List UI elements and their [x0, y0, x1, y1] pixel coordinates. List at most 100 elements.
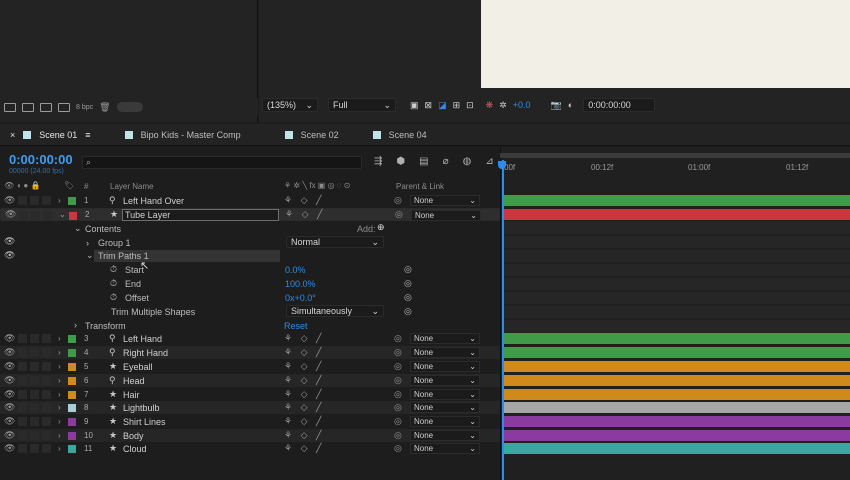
parent-pickwhip-icon[interactable]: ◎ [395, 209, 403, 220]
tab-scene-02[interactable]: Scene 02 [275, 124, 349, 146]
interpret-footage-icon[interactable] [4, 102, 16, 112]
label-cell[interactable] [42, 362, 51, 371]
playhead[interactable] [502, 160, 504, 480]
property-track[interactable] [504, 320, 850, 332]
eye-icon[interactable]: 👁 [4, 402, 15, 413]
layer-duration-bar[interactable] [504, 402, 850, 413]
solo-toggle[interactable] [18, 196, 27, 205]
draft-3d-icon[interactable]: ⬢ [396, 156, 405, 167]
layer-switches-icon[interactable]: ⚘ ◇ ╱ [284, 416, 324, 427]
motion-blur-icon[interactable]: ◍ [463, 156, 472, 167]
label-cell[interactable] [42, 390, 51, 399]
bpc-label[interactable]: 8 bpc [76, 104, 93, 111]
chevron-right-icon[interactable]: › [58, 417, 61, 426]
layer-name[interactable]: Right Hand [123, 348, 168, 358]
solo-toggle[interactable] [18, 362, 27, 371]
lock-toggle[interactable] [30, 196, 39, 205]
zoom-select[interactable]: (135%) ⌄ [262, 98, 318, 112]
layer-color-swatch[interactable] [69, 212, 77, 220]
layer-duration-bar[interactable] [504, 361, 850, 372]
parent-pickwhip-icon[interactable]: ◎ [394, 347, 402, 358]
snapshot-icon[interactable]: 📷 [551, 100, 562, 111]
layer-row[interactable]: 👁 › 5 ★ Eyeball ⚘ ◇ ╱ ◎ None ⌄ [0, 360, 500, 373]
parent-select[interactable]: None ⌄ [410, 333, 480, 344]
expression-pickwhip-icon[interactable]: ◎ [404, 264, 412, 275]
parent-select[interactable]: None ⌄ [410, 195, 480, 206]
layer-row[interactable]: 👁 ⌄ 2 ★ Tube Layer ⚘ ◇ ╱ ◎ None ⌄ [0, 208, 500, 221]
tab-bipo-kids-master-comp[interactable]: Bipo Kids - Master Comp [115, 124, 251, 146]
parent-pickwhip-icon[interactable]: ◎ [394, 416, 402, 427]
label-cell[interactable] [43, 211, 52, 220]
layer-color-swatch[interactable] [68, 445, 76, 453]
tab-scene-01[interactable]: × Scene 01 ≡ [0, 124, 101, 146]
transparency-grid-icon[interactable]: ⊠ [425, 100, 433, 111]
lock-toggle[interactable] [30, 444, 39, 453]
shy-layers-icon[interactable]: ▤ [419, 156, 428, 167]
group-blend-mode-select[interactable]: Normal ⌄ [286, 236, 384, 248]
menu-icon[interactable]: ≡ [85, 130, 90, 140]
show-snapshot-icon[interactable]: ◐ [568, 100, 573, 110]
graph-editor-icon[interactable]: ⊿ [485, 156, 493, 167]
trim-multiple-shapes-select[interactable]: Simultaneously ⌄ [286, 305, 384, 317]
parent-pickwhip-icon[interactable]: ◎ [394, 375, 402, 386]
property-track[interactable] [504, 264, 850, 276]
label-cell[interactable] [42, 196, 51, 205]
layer-color-swatch[interactable] [68, 432, 76, 440]
layer-row[interactable]: 👁 › 3 ⚲ Left Hand ⚘ ◇ ╱ ◎ None ⌄ [0, 332, 500, 345]
layer-row[interactable]: 👁 › 9 ★ Shirt Lines ⚘ ◇ ╱ ◎ None ⌄ [0, 415, 500, 428]
expression-pickwhip-icon[interactable]: ◎ [404, 278, 412, 289]
guides-icon[interactable]: ⊞ [453, 100, 461, 111]
layer-duration-bar[interactable] [504, 389, 850, 400]
lock-toggle[interactable] [30, 376, 39, 385]
property-track[interactable] [504, 292, 850, 304]
layer-duration-bar[interactable] [504, 333, 850, 344]
eye-icon[interactable]: 👁 [4, 250, 15, 261]
resolution-select[interactable]: Full ⌄ [328, 98, 396, 112]
work-area-bar[interactable] [500, 153, 850, 158]
chevron-right-icon[interactable]: › [58, 431, 61, 440]
chevron-right-icon[interactable]: › [86, 238, 89, 248]
solo-toggle[interactable] [18, 431, 27, 440]
lock-toggle[interactable] [30, 431, 39, 440]
chevron-right-icon[interactable]: › [58, 376, 61, 385]
label-cell[interactable] [42, 376, 51, 385]
parent-pickwhip-icon[interactable]: ◎ [394, 389, 402, 400]
layer-color-swatch[interactable] [68, 418, 76, 426]
solo-toggle[interactable] [18, 417, 27, 426]
layer-name[interactable]: Tube Layer [122, 209, 279, 221]
layer-row[interactable]: 👁 › 10 ★ Body ⚘ ◇ ╱ ◎ None ⌄ [0, 429, 500, 442]
chevron-down-icon[interactable]: ⌄ [74, 223, 82, 234]
eye-icon[interactable]: 👁 [4, 347, 15, 358]
layer-row[interactable]: 👁 › 8 ★ Lightbulb ⚘ ◇ ╱ ◎ None ⌄ [0, 401, 500, 414]
label-cell[interactable] [42, 444, 51, 453]
eye-icon[interactable]: 👁 [4, 195, 15, 206]
lock-toggle[interactable] [30, 417, 39, 426]
parent-select[interactable]: None ⌄ [410, 430, 480, 441]
property-track[interactable] [504, 278, 850, 290]
chevron-down-icon[interactable]: ⌄ [59, 210, 66, 219]
property-track[interactable] [504, 306, 850, 318]
chevron-right-icon[interactable]: › [74, 320, 77, 330]
property-track[interactable] [504, 222, 850, 234]
composition-mini-flowchart-icon[interactable]: ⇶ [374, 156, 382, 167]
stopwatch-icon[interactable]: ⏱ [110, 264, 117, 275]
expression-pickwhip-icon[interactable]: ◎ [404, 306, 412, 317]
eye-icon[interactable]: 👁 [4, 443, 15, 454]
layer-name[interactable]: Shirt Lines [123, 417, 166, 427]
chevron-right-icon[interactable]: › [58, 390, 61, 399]
solo-toggle[interactable] [18, 334, 27, 343]
solo-toggle[interactable] [18, 348, 27, 357]
layer-row[interactable]: 👁 › 11 ★ Cloud ⚘ ◇ ╱ ◎ None ⌄ [0, 442, 500, 455]
layer-row[interactable]: 👁 › 7 ★ Hair ⚘ ◇ ╱ ◎ None ⌄ [0, 388, 500, 401]
solo-toggle[interactable] [18, 403, 27, 412]
lock-toggle[interactable] [30, 348, 39, 357]
project-settings-icon[interactable] [58, 102, 70, 112]
region-of-interest-icon[interactable]: ▣ [410, 100, 419, 111]
color-channels-icon[interactable]: ❋ [486, 100, 494, 111]
chevron-right-icon[interactable]: › [58, 362, 61, 371]
layer-name[interactable]: Cloud [123, 444, 147, 454]
parent-select[interactable]: None ⌄ [410, 347, 480, 358]
current-time[interactable]: 0:00:00:00 [9, 152, 73, 167]
layer-row[interactable]: 👁 › 1 ⚲ Left Hand Over ⚘ ◇ ╱ ◎ None ⌄ [0, 194, 500, 207]
layer-switches-icon[interactable]: ⚘ ◇ ╱ [284, 375, 324, 386]
